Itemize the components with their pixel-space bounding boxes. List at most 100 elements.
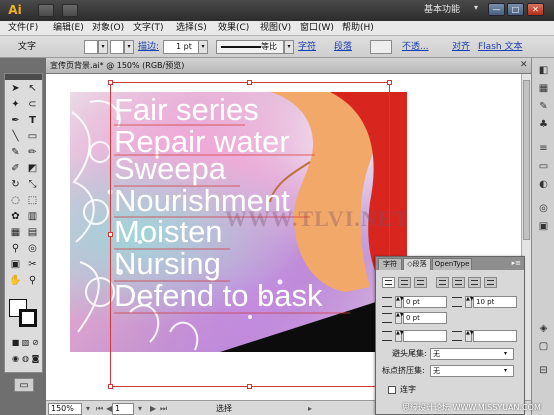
justify-right-icon[interactable] xyxy=(468,277,481,288)
panel-menu-icon[interactable]: ▸≡ xyxy=(512,259,521,267)
fill-dropdown[interactable]: ▾ xyxy=(98,40,108,54)
eyedropper-tool-icon[interactable]: ⚲ xyxy=(7,242,24,256)
free-transform-tool-icon[interactable]: ⬚ xyxy=(24,194,41,208)
gradient-tool-icon[interactable]: ▤ xyxy=(24,226,41,240)
menu-edit[interactable]: 编辑(E) xyxy=(53,22,84,35)
space-after-spinner[interactable]: ▲▼ xyxy=(465,330,474,342)
space-before-field[interactable] xyxy=(403,330,447,342)
color-panel-icon[interactable]: ◧ xyxy=(536,64,551,77)
scrollbar-thumb[interactable] xyxy=(523,80,530,240)
resize-handle[interactable] xyxy=(108,384,113,389)
left-indent-spinner[interactable]: ▲▼ xyxy=(395,296,404,308)
hand-tool-icon[interactable]: ✋ xyxy=(7,274,24,288)
left-indent-field[interactable]: 0 pt xyxy=(403,296,447,308)
column-graph-tool-icon[interactable]: ▥ xyxy=(24,210,41,224)
menu-select[interactable]: 选择(S) xyxy=(176,22,207,35)
hyphenate-checkbox[interactable] xyxy=(388,386,396,394)
space-before-spinner[interactable]: ▲▼ xyxy=(395,330,404,342)
layers-panel-icon[interactable]: ◈ xyxy=(536,322,551,335)
transparency-panel-icon[interactable]: ◐ xyxy=(536,178,551,191)
last-page-icon[interactable]: ⏭ xyxy=(160,403,167,415)
panel-grip[interactable] xyxy=(5,74,42,80)
resize-handle[interactable] xyxy=(247,80,252,85)
menu-view[interactable]: 视图(V) xyxy=(260,22,291,35)
tab-paragraph[interactable]: ◇段落 xyxy=(403,258,431,270)
justify-all-icon[interactable] xyxy=(484,277,497,288)
align-center-icon[interactable] xyxy=(398,277,411,288)
lasso-tool-icon[interactable]: ⊂ xyxy=(24,98,41,112)
justify-left-icon[interactable] xyxy=(436,277,449,288)
line-tool-icon[interactable]: ╲ xyxy=(7,130,24,144)
menu-object[interactable]: 对象(O) xyxy=(92,22,124,35)
mojikumi-select[interactable]: 无 xyxy=(430,365,514,377)
appearance-panel-icon[interactable]: ◎ xyxy=(536,202,551,215)
menu-effect[interactable]: 效果(C) xyxy=(218,22,249,35)
pen-tool-icon[interactable]: ✒ xyxy=(7,114,24,128)
maximize-button[interactable]: □ xyxy=(507,3,524,16)
arrange-documents-icon[interactable] xyxy=(62,4,78,17)
magic-wand-tool-icon[interactable]: ✦ xyxy=(7,98,24,112)
first-line-indent-spinner[interactable]: ▲▼ xyxy=(395,312,404,324)
tab-character[interactable]: 字符 xyxy=(378,258,402,270)
mesh-tool-icon[interactable]: ▦ xyxy=(7,226,24,240)
symbols-panel-icon[interactable]: ♣ xyxy=(536,118,551,131)
chevron-down-icon[interactable]: ▾ xyxy=(504,365,507,377)
character-panel-link[interactable]: 字符 xyxy=(298,41,316,53)
zoom-tool-icon[interactable]: ⚲ xyxy=(24,274,41,288)
chevron-down-icon[interactable]: ▾ xyxy=(474,3,478,12)
page-dropdown-icon[interactable]: ▾ xyxy=(138,403,142,415)
paintbrush-tool-icon[interactable]: ✎ xyxy=(7,146,24,160)
minimize-button[interactable]: — xyxy=(488,3,505,16)
workspace-switcher[interactable]: 基本功能 xyxy=(424,3,474,18)
slice-tool-icon[interactable]: ✂ xyxy=(24,258,41,272)
stroke-profile[interactable]: 等比 xyxy=(216,40,284,54)
blend-tool-icon[interactable]: ◎ xyxy=(24,242,41,256)
first-line-indent-field[interactable]: 0 pt xyxy=(403,312,447,324)
fill-swatch[interactable] xyxy=(84,40,98,54)
stroke-swatch[interactable] xyxy=(110,40,124,54)
menu-help[interactable]: 帮助(H) xyxy=(342,22,374,35)
chevron-down-icon[interactable]: ▾ xyxy=(504,348,507,360)
menu-type[interactable]: 文字(T) xyxy=(133,22,164,35)
gradient-panel-icon[interactable]: ▭ xyxy=(536,160,551,173)
stroke-swatch-icon[interactable] xyxy=(19,309,37,327)
direct-selection-tool-icon[interactable]: ↖ xyxy=(24,82,41,96)
close-button[interactable]: ✕ xyxy=(527,3,544,16)
eraser-tool-icon[interactable]: ◩ xyxy=(24,162,41,176)
blob-brush-tool-icon[interactable]: ✐ xyxy=(7,162,24,176)
document-tab[interactable]: 宣传页背景.ai* @ 150% (RGB/预览) ✕ xyxy=(46,58,531,74)
rectangle-tool-icon[interactable]: ▭ xyxy=(24,130,41,144)
scale-tool-icon[interactable]: ⤡ xyxy=(24,178,41,192)
page-field[interactable]: 1 xyxy=(112,403,134,415)
artboards-panel-icon[interactable]: ▢ xyxy=(536,340,551,353)
tab-opentype[interactable]: OpenType xyxy=(432,258,472,270)
next-page-icon[interactable]: ▶ xyxy=(150,403,156,415)
zoom-dropdown-icon[interactable]: ▾ xyxy=(86,403,90,415)
status-menu-icon[interactable]: ▸ xyxy=(308,403,312,415)
align-left-button[interactable] xyxy=(370,40,392,54)
none-mode-icon[interactable]: ⊘ xyxy=(27,336,44,350)
stroke-panel-icon[interactable]: ≡ xyxy=(536,142,551,155)
align-right-icon[interactable] xyxy=(414,277,427,288)
stroke-weight-dropdown[interactable]: ▾ xyxy=(198,40,208,54)
pencil-tool-icon[interactable]: ✏ xyxy=(24,146,41,160)
warp-tool-icon[interactable]: ◌ xyxy=(7,194,24,208)
draw-inside-icon[interactable]: ◙ xyxy=(27,352,44,366)
first-page-icon[interactable]: ⏮ xyxy=(96,403,103,415)
menu-window[interactable]: 窗口(W) xyxy=(300,22,334,35)
selection-bounding-box[interactable] xyxy=(110,82,390,387)
align-panel-icon[interactable]: ⊟ xyxy=(536,364,551,377)
right-indent-spinner[interactable]: ▲▼ xyxy=(465,296,474,308)
justify-center-icon[interactable] xyxy=(452,277,465,288)
type-tool-icon[interactable]: T xyxy=(24,114,41,128)
symbol-sprayer-tool-icon[interactable]: ✿ xyxy=(7,210,24,224)
screen-mode-icon[interactable]: ▭ xyxy=(14,378,34,392)
stroke-dropdown[interactable]: ▾ xyxy=(124,40,134,54)
selection-tool-icon[interactable]: ➤ xyxy=(7,82,24,96)
fill-stroke-swatches[interactable] xyxy=(9,299,39,329)
graphic-styles-panel-icon[interactable]: ▣ xyxy=(536,220,551,233)
artboard-tool-icon[interactable]: ▣ xyxy=(7,258,24,272)
bridge-icon[interactable] xyxy=(38,4,54,17)
kinsoku-select[interactable]: 无 xyxy=(430,348,514,360)
close-icon[interactable]: ✕ xyxy=(520,60,528,70)
